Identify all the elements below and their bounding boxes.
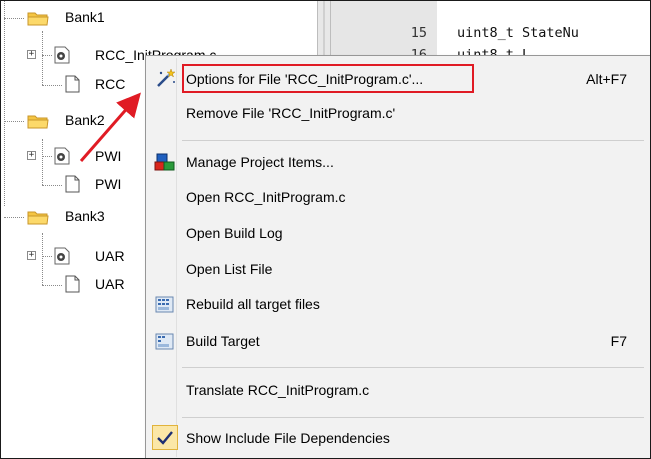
tree-connector [4, 121, 24, 122]
code-text[interactable]: uint8_t StateNu [457, 25, 579, 41]
tree-connector [42, 185, 62, 186]
document-file-icon[interactable] [65, 75, 80, 93]
window-frame: Bank1 + RCC_InitProgram.c RCC Bank2 [0, 0, 651, 459]
tree-connector [42, 233, 43, 285]
document-file-icon[interactable] [65, 175, 80, 193]
tree-file-label[interactable]: UAR [95, 248, 125, 264]
tree-group-label: Bank3 [65, 208, 105, 224]
c-source-file-icon[interactable] [53, 247, 71, 265]
tree-connector [42, 139, 43, 185]
line-number: 15 [410, 25, 427, 41]
tree-connector [4, 18, 24, 19]
menu-item-shortcut: Alt+F7 [586, 71, 627, 87]
expand-plus-icon[interactable]: + [27, 251, 36, 260]
menu-item-label: Manage Project Items... [186, 154, 334, 170]
options-wand-icon [157, 69, 176, 87]
c-source-file-icon[interactable] [53, 46, 71, 64]
checkmark-icon [157, 431, 173, 445]
menu-item-label: Rebuild all target files [186, 296, 320, 312]
menu-item-manage-project-items[interactable]: Manage Project Items... [148, 145, 649, 179]
menu-item-label: Open Build Log [186, 225, 283, 241]
menu-item-show-include-dependencies[interactable]: Show Include File Dependencies [148, 421, 649, 455]
menu-item-remove-file[interactable]: Remove File 'RCC_InitProgram.c' [148, 96, 649, 130]
tree-connector [42, 256, 52, 257]
tree-connector [4, 217, 24, 218]
menu-item-label: Open List File [186, 261, 273, 277]
folder-icon [27, 12, 49, 26]
menu-item-label: Translate RCC_InitProgram.c [186, 382, 370, 398]
menu-separator [182, 367, 644, 368]
menu-item-label: Build Target [186, 333, 260, 349]
menu-item-rebuild-all[interactable]: Rebuild all target files [148, 287, 649, 321]
tree-connector [42, 156, 52, 157]
code-line[interactable]: 15 uint8_t StateNu [331, 25, 650, 45]
document-file-icon[interactable] [65, 275, 80, 293]
tree-group-label: Bank2 [65, 112, 105, 128]
menu-item-open-file[interactable]: Open RCC_InitProgram.c [148, 180, 649, 214]
menu-item-translate[interactable]: Translate RCC_InitProgram.c [148, 373, 649, 407]
annotation-highlight-box [182, 64, 474, 93]
tree-connector [42, 31, 43, 85]
rebuild-icon [155, 296, 174, 313]
tree-group-label: Bank1 [65, 9, 105, 25]
menu-item-shortcut: F7 [610, 333, 627, 349]
menu-item-open-list-file[interactable]: Open List File [148, 252, 649, 286]
tree-connector [42, 285, 62, 286]
build-icon [155, 333, 174, 350]
expand-plus-icon[interactable]: + [27, 50, 36, 59]
folder-icon [27, 115, 49, 129]
menu-item-build-target[interactable]: Build Target F7 [148, 324, 649, 358]
menu-item-label: Open RCC_InitProgram.c [186, 189, 346, 205]
tree-file-label[interactable]: PWI [95, 148, 121, 164]
manage-project-items-icon [154, 153, 175, 171]
tree-connector [42, 85, 62, 86]
menu-separator [182, 417, 644, 418]
expand-plus-icon[interactable]: + [27, 151, 36, 160]
tree-connector [4, 1, 5, 206]
menu-item-open-build-log[interactable]: Open Build Log [148, 216, 649, 250]
tree-file-label[interactable]: PWI [95, 176, 121, 192]
folder-icon [27, 211, 49, 225]
tree-connector [42, 55, 52, 56]
menu-item-label: Remove File 'RCC_InitProgram.c' [186, 105, 396, 121]
context-menu: Options for File 'RCC_InitProgram.c'... … [145, 55, 650, 458]
menu-item-label: Show Include File Dependencies [186, 430, 390, 446]
tree-file-label[interactable]: UAR [95, 276, 125, 292]
tree-file-label[interactable]: RCC [95, 76, 125, 92]
menu-separator [182, 140, 644, 141]
c-source-file-icon[interactable] [53, 147, 71, 165]
